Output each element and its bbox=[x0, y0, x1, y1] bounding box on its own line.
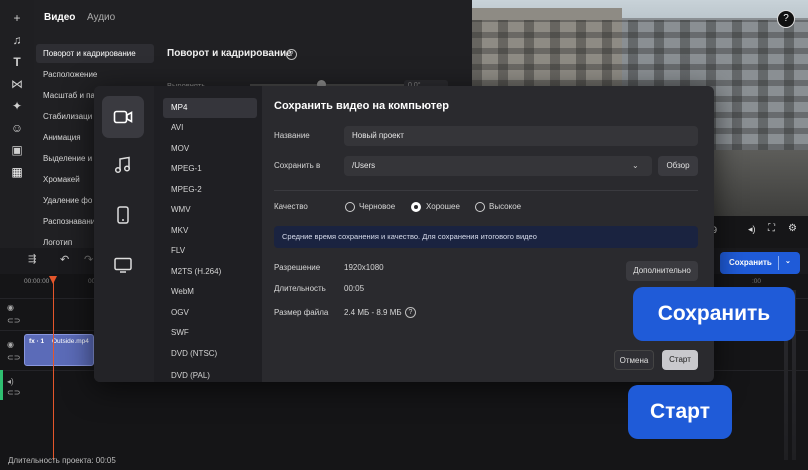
quality-draft-radio[interactable] bbox=[345, 202, 355, 212]
transitions-icon[interactable]: ⋈ bbox=[9, 76, 25, 92]
dialog-title: Сохранить видео на компьютер bbox=[274, 100, 449, 112]
save-button-label: Сохранить bbox=[729, 258, 772, 267]
start-callout: Старт bbox=[628, 385, 732, 439]
quality-good-radio[interactable] bbox=[411, 202, 421, 212]
help-icon[interactable]: ? bbox=[286, 49, 297, 60]
filesize-label: Размер файла bbox=[274, 308, 329, 317]
audio-track-marker bbox=[0, 370, 3, 400]
export-dialog: MP4 AVI MOV MPEG-1 MPEG-2 WMV MKV FLV M2… bbox=[94, 86, 714, 382]
sparkle-icon[interactable]: ✦ bbox=[9, 98, 25, 114]
quality-draft-label[interactable]: Черновое bbox=[359, 202, 395, 211]
help-icon[interactable]: ? bbox=[405, 307, 416, 318]
ruler-tick: :00 bbox=[752, 278, 762, 285]
category-video[interactable] bbox=[102, 96, 144, 138]
undo-icon[interactable]: ↶ bbox=[60, 253, 69, 266]
music-icon[interactable]: ♫ bbox=[9, 32, 25, 48]
quality-high-radio[interactable] bbox=[475, 202, 485, 212]
menu-item-rotate[interactable]: Поворот и кадрирование bbox=[36, 44, 154, 63]
tv-icon bbox=[114, 257, 132, 273]
menu-item-position[interactable]: Расположение bbox=[36, 65, 154, 84]
playhead-handle[interactable] bbox=[49, 276, 57, 284]
format-flv[interactable]: FLV bbox=[163, 241, 257, 261]
format-webm[interactable]: WebM bbox=[163, 282, 257, 302]
phone-icon bbox=[117, 206, 129, 224]
format-swf[interactable]: SWF bbox=[163, 323, 257, 343]
eye-icon[interactable]: ◉ bbox=[7, 340, 14, 349]
export-category-bar bbox=[94, 86, 154, 382]
tab-video[interactable]: Видео bbox=[44, 12, 75, 23]
quality-info: Средние время сохранения и качество. Для… bbox=[274, 226, 698, 248]
duration-value: 00:05 bbox=[344, 284, 365, 293]
project-name-input[interactable]: Новый проект bbox=[344, 126, 698, 146]
category-audio[interactable] bbox=[102, 144, 144, 186]
resolution-value: 1920x1080 bbox=[344, 263, 384, 272]
resolution-label: Разрешение bbox=[274, 263, 321, 272]
video-clip[interactable]: fx · 1 Outside.mp4 bbox=[24, 334, 94, 366]
save-path-value: /Users bbox=[352, 161, 376, 170]
cancel-button[interactable]: Отмена bbox=[614, 350, 654, 370]
filesize-value: 2.4 МБ - 8.9 МБ bbox=[344, 308, 402, 317]
help-icon[interactable]: ? bbox=[777, 10, 795, 28]
save-button-divider bbox=[778, 256, 779, 270]
panel-title: Поворот и кадрирование bbox=[167, 48, 292, 59]
text-icon[interactable]: T bbox=[9, 54, 25, 70]
format-list: MP4 AVI MOV MPEG-1 MPEG-2 WMV MKV FLV M2… bbox=[154, 86, 262, 382]
timecode: 00:00:00 bbox=[24, 278, 50, 285]
playhead[interactable] bbox=[53, 276, 54, 460]
briefcase-icon[interactable]: ▣ bbox=[9, 142, 25, 158]
tool-rail: + ♫ T ⋈ ✦ ☺ ▣ ▦ bbox=[0, 0, 34, 248]
video-camera-icon bbox=[113, 110, 133, 124]
link-icon[interactable]: ⊂⊃ bbox=[7, 388, 20, 397]
link-icon[interactable]: ⊂⊃ bbox=[7, 353, 20, 362]
format-dvd-pal[interactable]: DVD (PAL) bbox=[163, 366, 257, 382]
save-button[interactable]: Сохранить ⌄ bbox=[720, 252, 800, 274]
format-mkv[interactable]: MKV bbox=[163, 221, 257, 241]
save-in-label: Сохранить в bbox=[274, 161, 321, 170]
name-label: Название bbox=[274, 131, 310, 140]
quality-high-label[interactable]: Высокое bbox=[489, 202, 521, 211]
fullscreen-icon[interactable]: ⛶ bbox=[768, 223, 775, 234]
tab-audio[interactable]: Аудио bbox=[87, 12, 115, 23]
category-mobile[interactable] bbox=[102, 194, 144, 236]
category-tv[interactable] bbox=[102, 244, 144, 286]
browse-button[interactable]: Обзор bbox=[658, 156, 698, 176]
quality-good-label[interactable]: Хорошее bbox=[426, 202, 460, 211]
redo-icon[interactable]: ↷ bbox=[84, 253, 93, 266]
volume-icon[interactable]: ◂) bbox=[748, 224, 756, 235]
save-path-select[interactable]: /Users ⌄ bbox=[344, 156, 652, 176]
clip-name: Outside.mp4 bbox=[52, 338, 89, 345]
add-track-icon[interactable]: ⇶ bbox=[28, 254, 36, 265]
quality-label: Качество bbox=[274, 202, 308, 211]
format-mpeg2[interactable]: MPEG-2 bbox=[163, 180, 257, 200]
project-duration: Длительность проекта: 00:05 bbox=[8, 456, 116, 465]
format-ogv[interactable]: OGV bbox=[163, 303, 257, 323]
format-m2ts[interactable]: M2TS (H.264) bbox=[163, 262, 257, 282]
chevron-down-icon[interactable]: ⌄ bbox=[785, 257, 791, 265]
link-icon[interactable]: ⊂⊃ bbox=[7, 316, 20, 325]
eye-icon[interactable]: ◉ bbox=[7, 303, 14, 312]
format-avi[interactable]: AVI bbox=[163, 118, 257, 138]
add-icon[interactable]: + bbox=[9, 10, 25, 26]
start-button[interactable]: Старт bbox=[662, 350, 698, 370]
format-dvd-ntsc[interactable]: DVD (NTSC) bbox=[163, 344, 257, 364]
format-mp4[interactable]: MP4 bbox=[163, 98, 257, 118]
format-wmv[interactable]: WMV bbox=[163, 200, 257, 220]
clip-fx-badge: fx · 1 bbox=[29, 338, 45, 345]
apps-icon[interactable]: ▦ bbox=[9, 164, 25, 180]
format-mpeg1[interactable]: MPEG-1 bbox=[163, 159, 257, 179]
music-icon bbox=[114, 156, 131, 174]
speaker-icon[interactable]: ◂) bbox=[7, 377, 14, 386]
advanced-button[interactable]: Дополнительно bbox=[626, 261, 698, 281]
save-callout: Сохранить bbox=[633, 287, 795, 341]
format-mov[interactable]: MOV bbox=[163, 139, 257, 159]
sticker-icon[interactable]: ☺ bbox=[9, 120, 25, 136]
duration-label: Длительность bbox=[274, 284, 326, 293]
gear-icon[interactable]: ⚙ bbox=[788, 223, 797, 234]
chevron-down-icon: ⌄ bbox=[632, 161, 639, 170]
dialog-divider bbox=[274, 190, 698, 191]
